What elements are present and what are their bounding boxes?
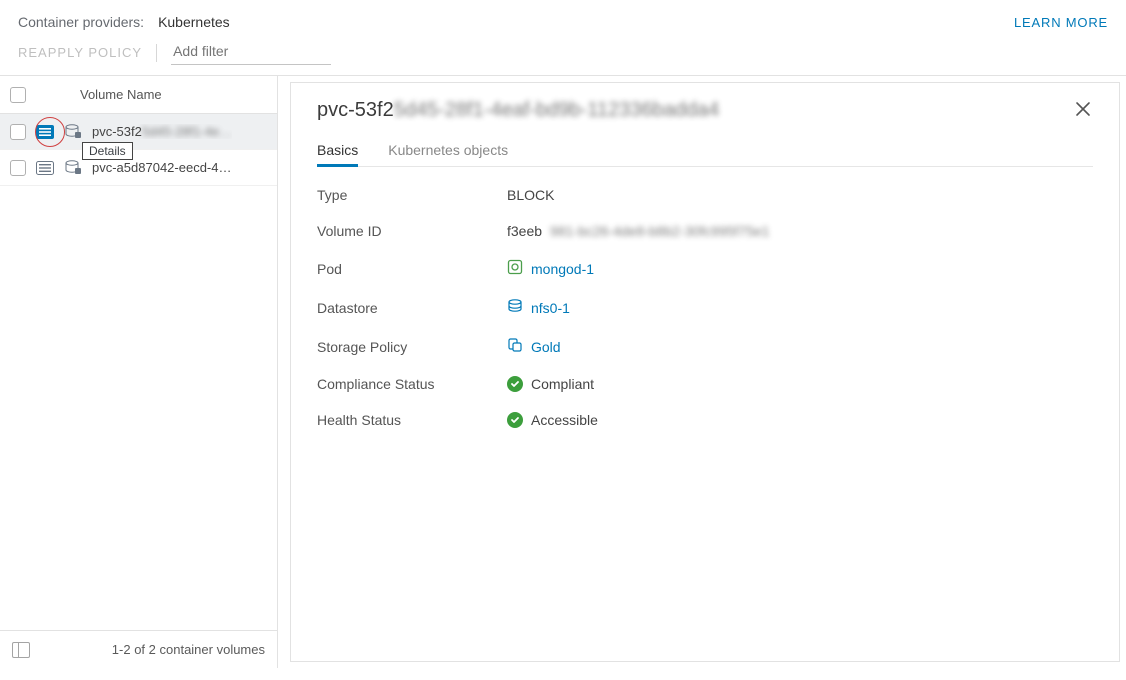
add-filter-input[interactable] — [171, 42, 331, 60]
details-button[interactable] — [36, 160, 54, 176]
kv-volume-id: Volume ID f3eeb981-bc26-4de8-b8b2-30fc99… — [317, 223, 1093, 239]
add-filter-field[interactable] — [171, 40, 331, 65]
kv-value: Compliant — [531, 376, 594, 392]
kv-value: f3eeb981-bc26-4de8-b8b2-30fc995f75e1 — [507, 223, 770, 239]
table-row[interactable]: pvc-53f25d45-28f1-4e… Details — [0, 114, 277, 150]
detail-pane: pvc-53f25d45-28f1-4eaf-bd9b-112336badda4… — [290, 82, 1120, 662]
kv-label: Type — [317, 187, 507, 203]
details-button[interactable] — [36, 124, 54, 140]
volume-icon — [64, 123, 82, 141]
kv-storage-policy: Storage Policy Gold — [317, 337, 1093, 356]
kv-label: Health Status — [317, 412, 507, 428]
kv-type: Type BLOCK — [317, 187, 1093, 203]
separator — [156, 44, 157, 62]
close-button[interactable] — [1073, 99, 1093, 119]
pod-icon — [507, 259, 523, 278]
kv-label: Storage Policy — [317, 339, 507, 355]
kv-pod: Pod mongod-1 — [317, 259, 1093, 278]
main-content: Volume Name — [0, 75, 1126, 668]
kv-label: Datastore — [317, 300, 507, 316]
volume-list-body: pvc-53f25d45-28f1-4e… Details — [0, 114, 277, 186]
volume-name: pvc-a5d87042-eecd-4… — [92, 160, 231, 175]
detail-title: pvc-53f25d45-28f1-4eaf-bd9b-112336badda4 — [317, 99, 719, 122]
row-checkbox[interactable] — [10, 160, 26, 176]
kv-label: Compliance Status — [317, 376, 507, 392]
kv-label: Volume ID — [317, 223, 507, 239]
list-footer: 1-2 of 2 container volumes — [0, 630, 277, 668]
pod-link[interactable]: mongod-1 — [531, 261, 594, 277]
kv-label: Pod — [317, 261, 507, 277]
details-tooltip: Details — [82, 142, 133, 160]
column-header-volume-name[interactable]: Volume Name — [38, 87, 162, 102]
kv-compliance-status: Compliance Status Compliant — [317, 376, 1093, 392]
table-row[interactable]: pvc-a5d87042-eecd-4… — [0, 150, 277, 186]
volume-list-header: Volume Name — [0, 76, 277, 114]
close-icon — [1075, 101, 1091, 117]
reapply-policy-button: REAPPLY POLICY — [18, 45, 142, 60]
tab-kubernetes-objects[interactable]: Kubernetes objects — [388, 136, 508, 166]
page-header: Container providers: Kubernetes LEARN MO… — [0, 0, 1126, 40]
datastore-link[interactable]: nfs0-1 — [531, 300, 570, 316]
kv-health-status: Health Status Accessible — [317, 412, 1093, 428]
storage-policy-link[interactable]: Gold — [531, 339, 561, 355]
status-ok-icon — [507, 412, 523, 428]
kv-value: BLOCK — [507, 187, 554, 203]
datastore-icon — [507, 298, 523, 317]
status-ok-icon — [507, 376, 523, 392]
row-checkbox[interactable] — [10, 124, 26, 140]
kv-value: Accessible — [531, 412, 598, 428]
provider-label: Container providers: — [18, 14, 144, 30]
action-bar: REAPPLY POLICY — [0, 40, 1126, 75]
policy-icon — [507, 337, 523, 356]
volume-list-pane: Volume Name — [0, 76, 278, 668]
select-all-checkbox[interactable] — [10, 87, 26, 103]
volume-name: pvc-53f25d45-28f1-4e… — [92, 124, 232, 139]
detail-tabs: Basics Kubernetes objects — [317, 136, 1093, 167]
column-toggle-button[interactable] — [12, 642, 30, 658]
pagination-summary: 1-2 of 2 container volumes — [112, 642, 265, 657]
tab-basics[interactable]: Basics — [317, 136, 358, 166]
provider-value: Kubernetes — [158, 14, 230, 30]
learn-more-link[interactable]: LEARN MORE — [1014, 15, 1108, 30]
volume-icon — [64, 159, 82, 177]
kv-datastore: Datastore nfs0-1 — [317, 298, 1093, 317]
